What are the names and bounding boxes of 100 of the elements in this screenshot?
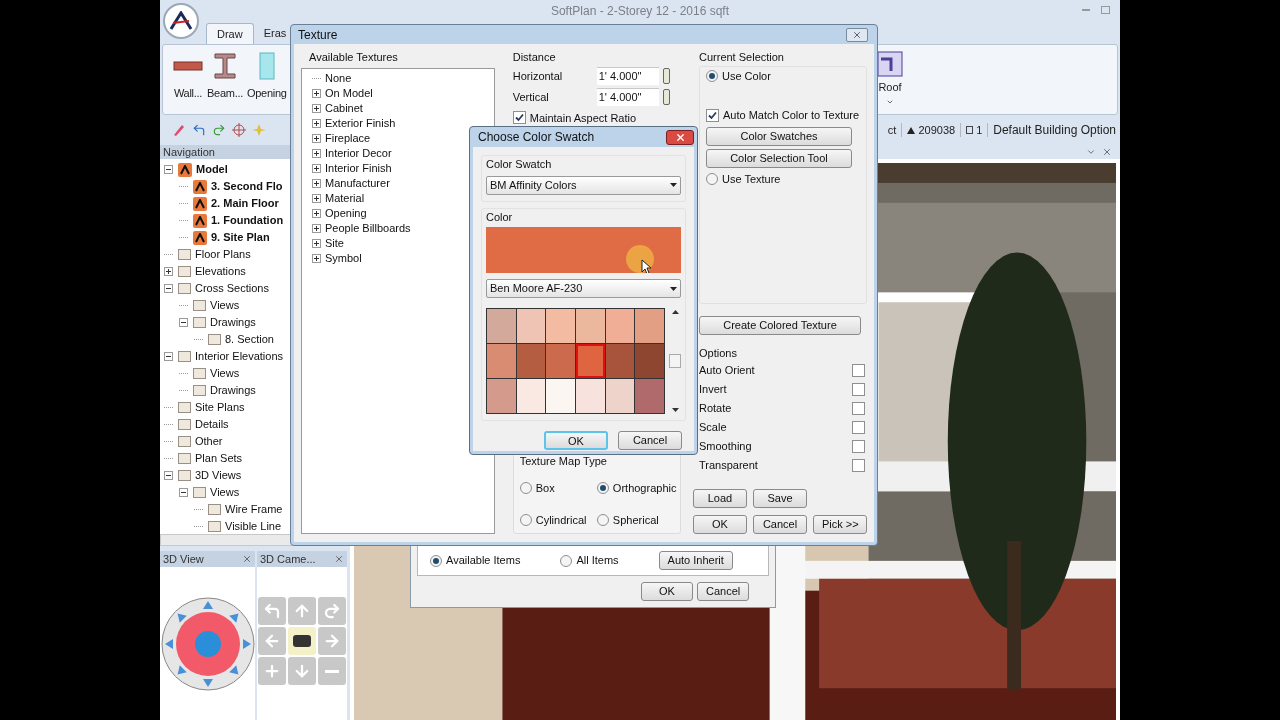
tree-item[interactable]: 2. Main Floor	[211, 195, 279, 212]
input-field[interactable]: 1' 4.000''	[596, 88, 659, 106]
restore-icon[interactable]	[1101, 6, 1110, 14]
close-button[interactable]	[846, 27, 868, 42]
ribbon-button[interactable]: Beam...	[205, 51, 245, 114]
tree-item[interactable]: Drawings	[210, 382, 256, 399]
vertical-scrollbar[interactable]	[669, 308, 681, 414]
expand-toggle[interactable]	[312, 178, 321, 188]
expand-toggle[interactable]	[312, 148, 321, 158]
color-swatch[interactable]	[635, 344, 664, 378]
dropdown[interactable]: BM Affinity Colors	[486, 175, 681, 195]
texture-item[interactable]: Symbol	[325, 249, 362, 267]
tree-item[interactable]: Visible Line	[225, 518, 282, 534]
tree-item[interactable]: 1. Foundation	[211, 212, 284, 229]
texture-item[interactable]: Opening	[325, 204, 367, 222]
radio-button[interactable]	[430, 554, 442, 567]
texture-item[interactable]: Manufacturer	[325, 174, 390, 192]
ribbon-button[interactable]: Wall...	[171, 51, 205, 114]
camera-button[interactable]	[288, 627, 316, 655]
tree-item[interactable]: Elevations	[195, 263, 246, 280]
tree-item[interactable]: Other	[195, 433, 223, 450]
texture-item[interactable]: People Billboards	[325, 219, 411, 237]
color-swatch[interactable]	[576, 344, 605, 378]
color-swatch[interactable]	[487, 344, 516, 378]
collapse-toggle[interactable]	[164, 471, 173, 480]
tree-item[interactable]: Site Plans	[195, 399, 245, 416]
color-swatch[interactable]	[635, 309, 664, 343]
close-button[interactable]	[666, 129, 694, 145]
expand-toggle[interactable]	[312, 118, 321, 128]
auto-inherit-button[interactable]: Auto Inherit	[658, 551, 733, 570]
checkbox[interactable]	[852, 402, 865, 415]
color-swatch[interactable]	[576, 379, 605, 413]
checkbox[interactable]	[852, 383, 865, 396]
collapse-toggle[interactable]	[164, 352, 173, 361]
tree-item[interactable]: Drawings	[210, 314, 256, 331]
button[interactable]: Create Colored Texture	[699, 315, 861, 335]
undo-icon[interactable]	[192, 123, 206, 137]
tree-item[interactable]: 3. Second Flo	[211, 178, 283, 195]
radio-button[interactable]	[560, 554, 573, 567]
ribbon-tab[interactable]: Draw	[206, 23, 254, 44]
close-icon[interactable]	[334, 554, 344, 564]
spinner-icon[interactable]	[662, 89, 670, 105]
scroll-thumb[interactable]	[669, 354, 681, 368]
texture-item[interactable]: None	[325, 69, 352, 87]
color-swatch[interactable]	[576, 309, 605, 343]
button[interactable]: Color Swatches	[706, 126, 852, 146]
texture-item[interactable]: Material	[325, 189, 365, 207]
dropdown-icon[interactable]	[1086, 147, 1096, 157]
color-swatch[interactable]	[516, 344, 546, 378]
button[interactable]: OK	[544, 431, 608, 450]
texture-item[interactable]: On Model	[325, 84, 373, 102]
ribbon-button[interactable]: Roof	[877, 45, 903, 114]
radio-button[interactable]	[706, 172, 718, 185]
expand-toggle[interactable]	[312, 253, 321, 263]
radio-button[interactable]	[519, 514, 532, 527]
redo-icon[interactable]	[212, 123, 226, 137]
color-swatch[interactable]	[516, 309, 546, 343]
color-swatch[interactable]	[546, 379, 575, 413]
expand-toggle[interactable]	[312, 88, 321, 98]
button[interactable]: Pick >>	[813, 515, 867, 534]
checkbox[interactable]	[852, 364, 865, 377]
color-swatch[interactable]	[487, 379, 516, 413]
collapse-toggle[interactable]	[164, 284, 173, 293]
tree-item[interactable]: 8. Section	[225, 331, 274, 348]
button[interactable]: Save	[753, 489, 807, 508]
button[interactable]: OK	[693, 515, 747, 534]
input-field[interactable]: 1' 4.000''	[596, 67, 659, 85]
expand-toggle[interactable]	[312, 133, 321, 143]
tree-item[interactable]: 9. Site Plan	[211, 229, 270, 246]
star-icon[interactable]	[252, 123, 266, 137]
expand-toggle[interactable]	[312, 163, 321, 173]
texture-item[interactable]: Interior Finish	[325, 159, 392, 177]
expand-toggle[interactable]	[312, 238, 321, 248]
tree-item[interactable]: Cross Sections	[195, 280, 269, 297]
collapse-toggle[interactable]	[179, 488, 188, 497]
checkbox[interactable]	[852, 421, 865, 434]
color-swatch[interactable]	[605, 379, 635, 413]
color-swatch[interactable]	[546, 309, 575, 343]
tree-item[interactable]: Model	[196, 161, 228, 178]
button[interactable]: OK	[641, 582, 693, 601]
expand-toggle[interactable]	[164, 267, 173, 276]
close-icon[interactable]	[1102, 147, 1112, 157]
expand-toggle[interactable]	[312, 103, 321, 113]
tree-item[interactable]: Plan Sets	[195, 450, 243, 467]
radio-button[interactable]	[596, 514, 609, 527]
tree-item[interactable]: 3D Views	[195, 467, 242, 484]
color-swatch[interactable]	[605, 344, 635, 378]
tree-item[interactable]: Views	[210, 365, 240, 382]
checkbox[interactable]	[706, 108, 719, 122]
tree-item[interactable]: Floor Plans	[195, 246, 251, 263]
texture-item[interactable]: Exterior Finish	[325, 114, 396, 132]
color-swatch[interactable]	[546, 344, 575, 378]
expand-toggle[interactable]	[312, 223, 321, 233]
tree-item[interactable]: Interior Elevations	[195, 348, 284, 365]
tree-item[interactable]: Details	[195, 416, 229, 433]
tree-item[interactable]: Views	[210, 297, 240, 314]
collapse-toggle[interactable]	[164, 165, 173, 174]
expand-toggle[interactable]	[312, 193, 321, 203]
checkbox[interactable]	[852, 440, 865, 453]
button[interactable]: Color Selection Tool	[706, 148, 852, 168]
